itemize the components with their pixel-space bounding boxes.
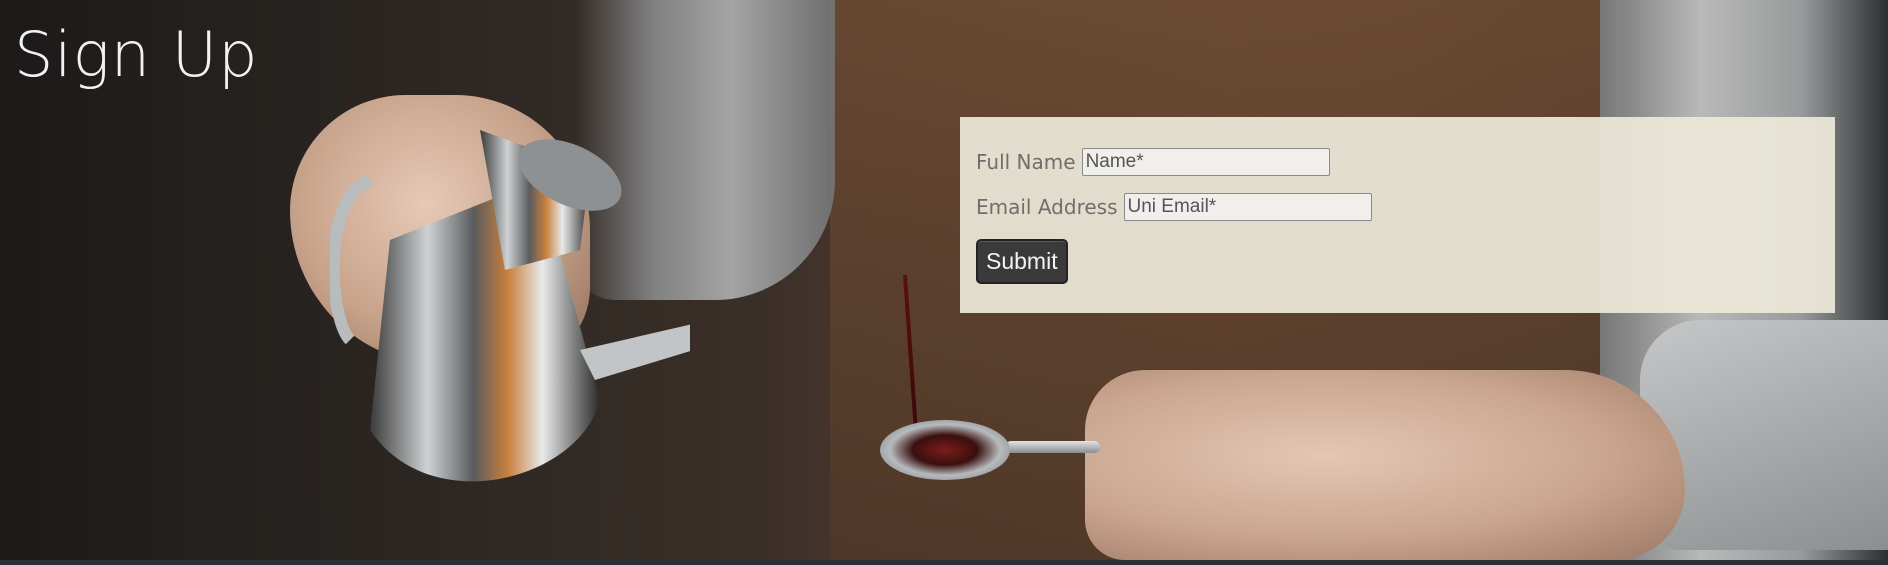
right-hand-shape xyxy=(1085,370,1685,560)
spoon-handle xyxy=(1005,441,1100,453)
email-row: Email Address xyxy=(976,192,1819,222)
bottom-strip xyxy=(0,560,1888,565)
submit-button[interactable]: Submit xyxy=(976,239,1068,284)
signup-form: Full Name Email Address Submit xyxy=(960,117,1835,313)
pitcher-spout xyxy=(580,324,690,380)
spoon-bowl xyxy=(880,420,1010,480)
pitcher-graphic xyxy=(330,130,690,482)
full-name-input[interactable] xyxy=(1081,148,1330,176)
full-name-row: Full Name xyxy=(976,147,1819,177)
email-input[interactable] xyxy=(1123,193,1372,221)
email-label: Email Address xyxy=(976,195,1118,219)
full-name-label: Full Name xyxy=(976,150,1076,174)
page-title: Sign Up xyxy=(14,18,259,91)
pitcher-handle xyxy=(330,174,373,345)
